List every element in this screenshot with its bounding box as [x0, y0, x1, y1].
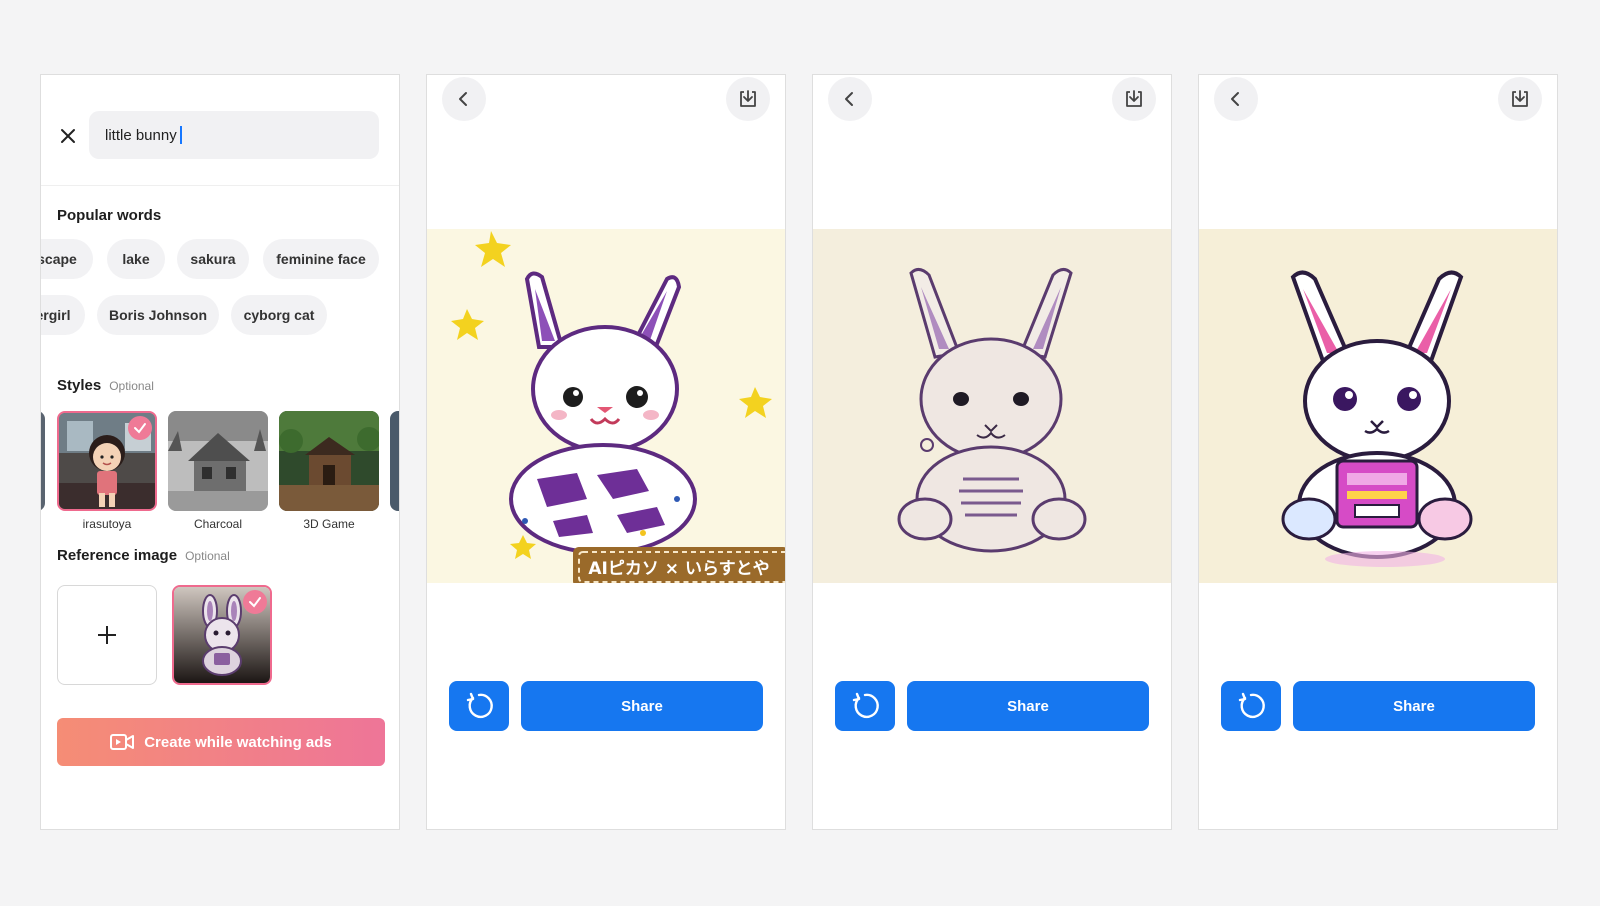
download-icon [1512, 90, 1528, 107]
back-button[interactable] [1214, 77, 1258, 121]
chevron-left-icon [459, 92, 467, 106]
popular-word-chip[interactable]: lake [107, 239, 165, 279]
popular-word-chip[interactable]: scape [41, 239, 93, 279]
3d-game-thumb-image [279, 411, 379, 511]
download-button[interactable] [1112, 77, 1156, 121]
check-icon [249, 597, 261, 608]
result-panel-2: Share [812, 74, 1172, 830]
create-while-watching-ads-button[interactable]: Create while watching ads [57, 718, 385, 766]
popular-word-chip[interactable]: ergirl [41, 295, 85, 335]
style-thumb-partial[interactable] [41, 411, 45, 511]
refresh-icon [466, 692, 493, 719]
styles-optional-label: Optional [109, 379, 154, 393]
share-button[interactable]: Share [1293, 681, 1535, 731]
search-input-text: little bunny [105, 126, 177, 144]
share-button[interactable]: Share [907, 681, 1149, 731]
charcoal-thumb-image [168, 411, 268, 511]
style-3d-game[interactable] [279, 411, 379, 511]
popular-word-chip[interactable]: cyborg cat [231, 295, 327, 335]
close-icon[interactable] [57, 125, 79, 147]
video-icon [110, 734, 135, 750]
search-input[interactable]: little bunny [89, 111, 379, 159]
regenerate-button[interactable] [835, 681, 895, 731]
style-irasutoya[interactable] [57, 411, 157, 511]
download-button[interactable] [726, 77, 770, 121]
style-charcoal[interactable] [168, 411, 268, 511]
search-panel: little bunny Popular words scape lake sa… [40, 74, 400, 830]
popular-word-chip[interactable]: sakura [177, 239, 249, 279]
add-reference-image-button[interactable] [57, 585, 157, 685]
result-panel-3: Share [1198, 74, 1558, 830]
back-button[interactable] [828, 77, 872, 121]
popular-words-row-1: scape lake sakura feminine face [41, 239, 399, 279]
popular-words-row-2: ergirl Boris Johnson cyborg cat [41, 295, 399, 335]
download-button[interactable] [1498, 77, 1542, 121]
popular-word-chip[interactable]: feminine face [263, 239, 379, 279]
styles-title: Styles Optional [57, 377, 154, 394]
text-caret [179, 126, 182, 144]
selected-check-badge [128, 416, 152, 440]
popular-word-chip[interactable]: Boris Johnson [97, 295, 219, 335]
style-thumb-partial[interactable] [390, 411, 399, 511]
download-icon [740, 90, 756, 107]
regenerate-button[interactable] [449, 681, 509, 731]
styles-title-text: Styles [57, 377, 102, 394]
create-button-label: Create while watching ads [144, 733, 332, 751]
chevron-left-icon [845, 92, 853, 106]
generated-bunny-image [813, 229, 1171, 583]
reference-image-thumb[interactable] [172, 585, 272, 685]
refresh-icon [852, 692, 879, 719]
reference-image-title: Reference image Optional [57, 547, 230, 564]
style-label: Charcoal [193, 517, 243, 531]
refresh-icon [1238, 692, 1265, 719]
plus-icon [98, 626, 116, 644]
divider [41, 185, 399, 186]
check-icon [134, 423, 146, 434]
back-button[interactable] [442, 77, 486, 121]
chevron-left-icon [1231, 92, 1239, 106]
generated-bunny-image [1199, 229, 1557, 583]
regenerate-button[interactable] [1221, 681, 1281, 731]
reference-image-title-text: Reference image [57, 547, 178, 564]
reference-optional-label: Optional [185, 549, 230, 563]
style-label: 3D Game [303, 517, 355, 531]
generated-bunny-image: AIピカソ × いらすとや [427, 229, 785, 583]
watermark-text: AIピカソ × いらすとや [588, 559, 769, 579]
download-icon [1126, 90, 1142, 107]
share-button[interactable]: Share [521, 681, 763, 731]
style-label: irasutoya [82, 517, 132, 531]
selected-check-badge [243, 590, 267, 614]
result-panel-1: AIピカソ × いらすとや Share [426, 74, 786, 830]
popular-words-title: Popular words [57, 207, 162, 224]
